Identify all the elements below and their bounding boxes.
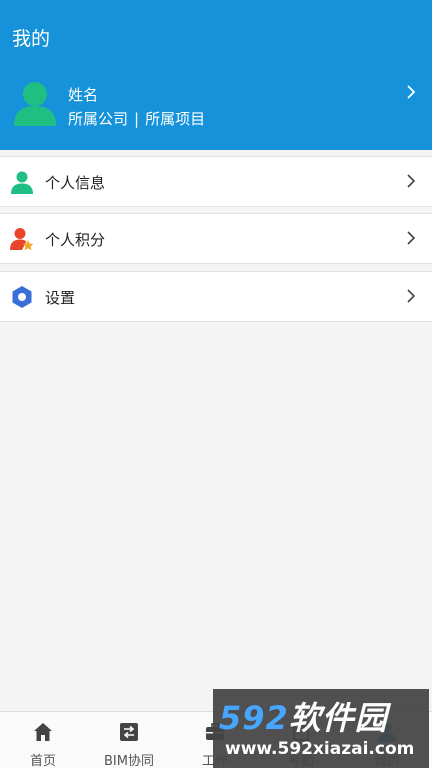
chevron-right-icon bbox=[407, 289, 416, 303]
watermark-url: www.592xiazai.com bbox=[225, 739, 415, 759]
profile-project: 所属项目 bbox=[145, 110, 206, 128]
user-icon bbox=[11, 171, 33, 194]
user-star-icon bbox=[10, 228, 34, 251]
chevron-right-icon bbox=[407, 231, 416, 245]
home-icon bbox=[34, 723, 52, 741]
tab-bim[interactable]: BIM协同 bbox=[86, 712, 172, 768]
profile-separator: | bbox=[134, 110, 140, 128]
menu-item-settings[interactable]: 设置 bbox=[0, 271, 432, 322]
avatar-icon bbox=[14, 82, 56, 126]
watermark-brand: 592软件园 bbox=[219, 699, 388, 737]
menu-item-personal-points[interactable]: 个人积分 bbox=[0, 213, 432, 264]
profile-company: 所属公司 bbox=[68, 110, 129, 128]
site-watermark: 592软件园 www.592xiazai.com bbox=[213, 689, 429, 768]
profile-org: 所属公司 | 所属项目 bbox=[68, 108, 205, 129]
tab-label: BIM协同 bbox=[104, 754, 154, 768]
menu-item-personal-info[interactable]: 个人信息 bbox=[0, 156, 432, 207]
chevron-right-icon bbox=[407, 85, 416, 99]
menu-label: 个人积分 bbox=[45, 231, 106, 249]
menu-label: 设置 bbox=[45, 289, 76, 307]
settings-hexagon-icon bbox=[12, 286, 32, 308]
menu-label: 个人信息 bbox=[45, 174, 106, 192]
swap-icon bbox=[120, 723, 138, 741]
tab-label: 首页 bbox=[29, 754, 56, 768]
chevron-right-icon bbox=[407, 174, 416, 188]
page-title: 我的 bbox=[12, 28, 51, 50]
profile-name: 姓名 bbox=[68, 86, 99, 104]
profile-card[interactable]: 姓名 所属公司 | 所属项目 bbox=[0, 74, 432, 134]
tab-home[interactable]: 首页 bbox=[0, 712, 86, 768]
profile-header: 我的 姓名 所属公司 | 所属项目 bbox=[0, 0, 432, 150]
